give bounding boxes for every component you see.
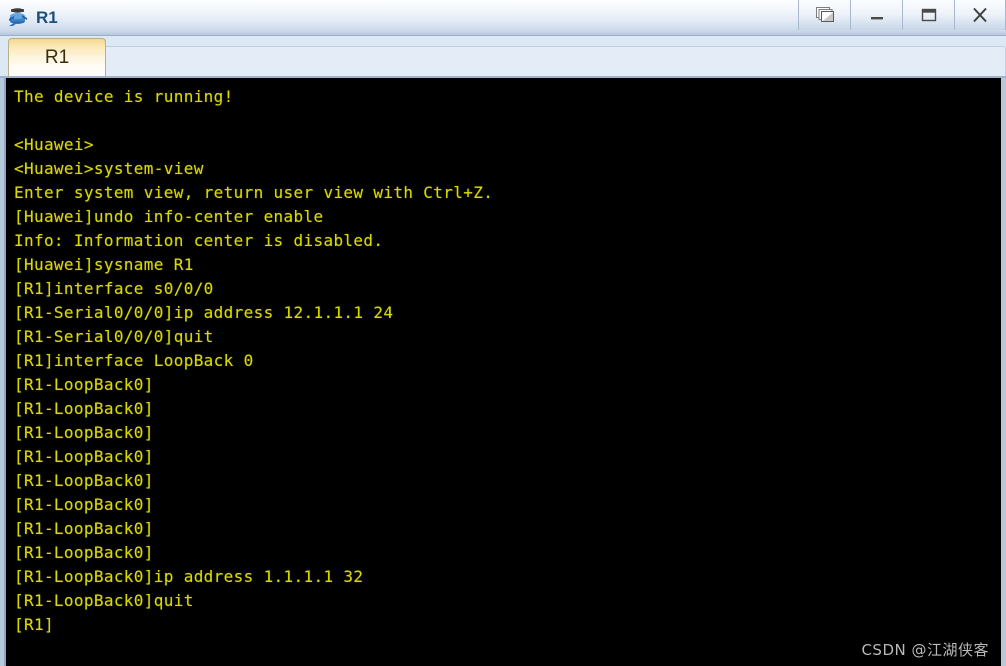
terminal-panel[interactable]: The device is running! <Huawei> <Huawei>s… (0, 78, 1006, 666)
title-bar: R1 (0, 0, 1006, 36)
router-cli-window: R1 R1 The device is running! <Huawei> <H… (0, 0, 1006, 666)
close-button[interactable] (954, 0, 1006, 30)
window-controls (798, 0, 1006, 30)
minimize-button[interactable] (850, 0, 902, 30)
terminal-line: <Huawei>system-view (14, 159, 204, 178)
minimize-icon (867, 8, 887, 22)
router-icon (6, 6, 30, 30)
tab-label: R1 (44, 47, 70, 68)
tab-strip-filler (105, 46, 1006, 76)
terminal-line: [Huawei]sysname R1 (14, 255, 194, 274)
terminal-line: Enter system view, return user view with… (14, 183, 494, 202)
close-icon (970, 6, 990, 24)
maximize-button[interactable] (902, 0, 954, 30)
cascade-windows-icon (814, 6, 836, 24)
terminal-line: <Huawei> (14, 135, 94, 154)
terminal-line: [R1-LoopBack0] (14, 447, 154, 466)
terminal-line: [R1]interface LoopBack 0 (14, 351, 254, 370)
terminal-line: [R1-LoopBack0] (14, 495, 154, 514)
terminal-output[interactable]: The device is running! <Huawei> <Huawei>s… (4, 78, 1001, 666)
terminal-line: [R1-LoopBack0] (14, 543, 154, 562)
terminal-line: [R1-LoopBack0] (14, 399, 154, 418)
terminal-line: [R1-LoopBack0]ip address 1.1.1.1 32 (14, 567, 364, 586)
terminal-line: [R1-LoopBack0] (14, 423, 154, 442)
tab-r1[interactable]: R1 (8, 38, 106, 76)
terminal-line: [R1-Serial0/0/0]ip address 12.1.1.1 24 (14, 303, 394, 322)
restore-windows-button[interactable] (798, 0, 850, 30)
terminal-line: [R1-LoopBack0]quit (14, 591, 194, 610)
terminal-line: Info: Information center is disabled. (14, 231, 384, 250)
maximize-icon (919, 7, 939, 23)
terminal-line: [R1]interface s0/0/0 (14, 279, 214, 298)
terminal-line: [R1-LoopBack0] (14, 519, 154, 538)
terminal-line: [R1-LoopBack0] (14, 471, 154, 490)
terminal-line: [R1-Serial0/0/0]quit (14, 327, 214, 346)
tab-strip: R1 (0, 36, 1006, 78)
window-title: R1 (36, 8, 58, 27)
terminal-line: [R1-LoopBack0] (14, 375, 154, 394)
terminal-line: [R1] (14, 615, 54, 634)
terminal-line: The device is running! (14, 87, 234, 106)
terminal-line: [Huawei]undo info-center enable (14, 207, 324, 226)
title-bar-left: R1 (6, 6, 58, 30)
